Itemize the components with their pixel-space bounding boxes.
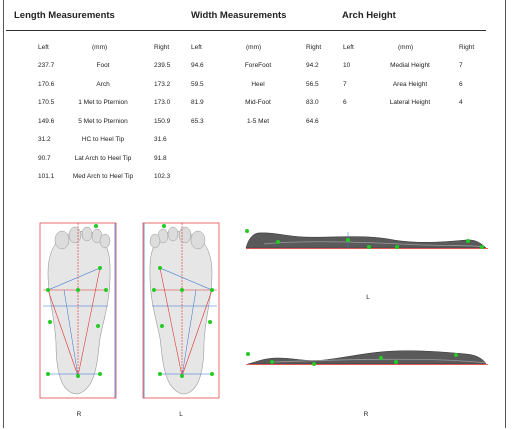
col-right-header: Right: [154, 44, 170, 51]
measurement-row: 94.6 ForeFoot 94.2: [186, 62, 336, 74]
measurement-label: HC to Heel Tip: [81, 136, 125, 143]
measurement-row: 65.3 1-5 Met 64.6: [186, 118, 336, 130]
length-measurements-title: Length Measurements: [14, 10, 115, 21]
measurement-label: 1-5 Met: [246, 117, 270, 125]
right-value: 83.0: [306, 99, 319, 106]
measurement-row: 170.6 Arch 173.2: [0, 81, 180, 93]
right-value: 94.2: [306, 62, 319, 69]
col-right-header: Right: [459, 44, 475, 51]
right-value: 102.3: [154, 173, 171, 180]
col-left-header: Left: [191, 44, 202, 51]
length-header-row: Left (mm) Right: [0, 44, 180, 56]
measurement-label: Lateral Height: [389, 99, 431, 106]
measurement-row: 7 Area Height 6: [338, 81, 488, 93]
left-foot-caption: L: [179, 411, 183, 418]
measurement-row: 170.5 1 Met to Pternion 173.0: [0, 99, 180, 111]
plantar-scan-right: [38, 218, 120, 404]
col-unit-header: (mm): [92, 44, 108, 51]
right-value: 4: [459, 99, 463, 106]
measurement-label: Arch: [96, 80, 110, 88]
col-unit-header: (mm): [246, 44, 262, 51]
measurement-label: Mid-Foot: [245, 99, 271, 106]
col-unit-header: (mm): [398, 44, 414, 51]
measurement-label: Heel: [251, 80, 265, 88]
measurement-row: 149.6 5 Met to Pternion 150.9: [0, 118, 180, 130]
left-value: 59.5: [191, 80, 204, 88]
left-value: 90.7: [38, 154, 51, 162]
right-foot-scan-image: [39, 222, 117, 399]
measurement-row: 237.7 Foot 239.5: [0, 62, 180, 74]
col-right-header: Right: [306, 44, 322, 51]
left-foot-scan-image: [142, 222, 220, 399]
profile-scan-top: [244, 220, 490, 256]
measurement-row: 101.1 Med Arch to Heel Tip 102.3: [0, 173, 180, 185]
measurement-label: 5 Met to Pternion: [78, 117, 128, 125]
left-foot-profile-image: [245, 229, 488, 249]
measurement-label: Med Arch to Heel Tip: [72, 173, 134, 180]
left-value: 31.2: [38, 136, 51, 143]
profile-bottom-caption: R: [363, 411, 369, 418]
measurement-row: 59.5 Heel 56.5: [186, 81, 336, 93]
measurement-row: 90.7 Lat Arch to Heel Tip 91.8: [0, 155, 180, 167]
measurement-row: 81.9 Mid-Foot 83.0: [186, 99, 336, 111]
left-value: 10: [343, 62, 351, 69]
right-value: 173.0: [154, 99, 171, 106]
left-value: 170.5: [38, 99, 55, 106]
arch-header-row: Left (mm) Right: [338, 44, 488, 56]
left-value: 237.7: [38, 62, 55, 69]
right-value: 150.9: [154, 117, 171, 125]
right-value: 6: [459, 80, 463, 88]
col-left-header: Left: [343, 44, 354, 51]
measurement-label: Foot: [96, 62, 110, 69]
left-value: 149.6: [38, 117, 55, 125]
measurement-label: Lat Arch to Heel Tip: [74, 154, 132, 162]
left-value: 6: [343, 99, 347, 106]
measurement-row: 31.2 HC to Heel Tip 31.6: [0, 136, 180, 148]
profile-top-caption: L: [366, 294, 370, 301]
measurement-row: 6 Lateral Height 4: [338, 99, 488, 111]
left-value: 170.6: [38, 80, 55, 88]
left-value: 94.6: [191, 62, 204, 69]
width-measurements-title: Width Measurements: [191, 10, 287, 21]
left-value: 7: [343, 80, 347, 88]
right-value: 56.5: [306, 80, 319, 88]
right-value: 173.2: [154, 80, 171, 88]
right-foot-profile-image: [246, 350, 488, 366]
width-header-row: Left (mm) Right: [186, 44, 336, 56]
right-value: 7: [459, 62, 463, 69]
left-value: 65.3: [191, 117, 204, 125]
profile-scan-bottom: [244, 340, 490, 374]
right-value: 91.8: [154, 154, 167, 162]
right-value: 31.6: [154, 136, 167, 143]
left-value: 81.9: [191, 99, 204, 106]
right-foot-caption: R: [76, 411, 82, 418]
measurement-row: 10 Medial Height 7: [338, 62, 488, 74]
measurement-label: ForeFoot: [244, 62, 272, 69]
right-value: 239.5: [154, 62, 171, 69]
measurement-label: Area Height: [392, 80, 428, 88]
arch-height-title: Arch Height: [342, 10, 396, 21]
col-left-header: Left: [38, 44, 49, 51]
header-divider: [6, 30, 486, 31]
left-value: 101.1: [38, 173, 55, 180]
plantar-scan-left: [140, 218, 222, 404]
measurement-label: 1 Met to Pternion: [78, 99, 128, 106]
right-value: 64.6: [306, 117, 319, 125]
measurement-label: Medial Height: [390, 62, 430, 69]
